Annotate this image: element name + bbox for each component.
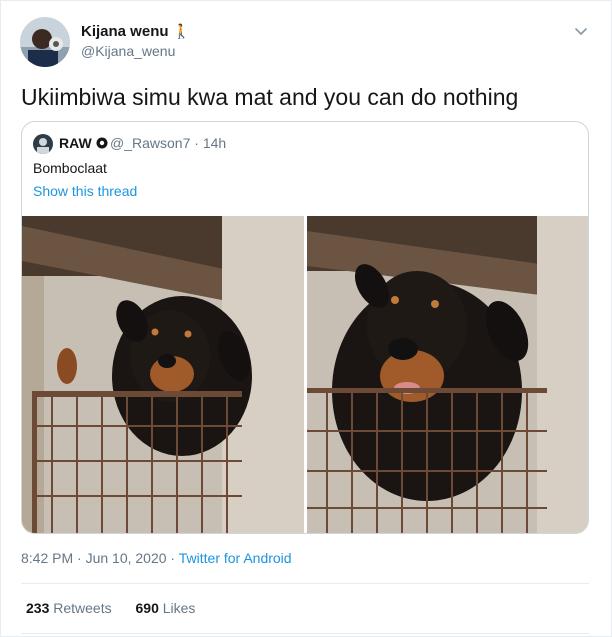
dog-photo-left[interactable]	[22, 216, 304, 533]
quoted-text: Bomboclaat	[33, 160, 107, 176]
author-name[interactable]: Kijana wenu 🚶	[81, 23, 190, 40]
quoted-author-avatar[interactable]	[33, 134, 53, 154]
tweet-source-link[interactable]: Twitter for Android	[179, 550, 292, 566]
quoted-time[interactable]: 14h	[203, 135, 226, 151]
show-thread-link[interactable]: Show this thread	[33, 183, 137, 199]
quoted-author-name[interactable]: RAW	[59, 135, 108, 151]
tweet-stats: 233 Retweets 690 Likes	[26, 600, 215, 616]
quoted-meta: @_Rawson7 · 14h	[110, 135, 227, 151]
likes-stat[interactable]: 690 Likes	[136, 600, 196, 616]
verified-badge-icon	[96, 136, 108, 149]
quoted-author-handle[interactable]: @_Rawson7	[110, 135, 190, 151]
author-handle[interactable]: @Kijana_wenu	[81, 43, 175, 59]
tweet-card: Kijana wenu 🚶 @Kijana_wenu Ukiimbiwa simu…	[0, 0, 612, 637]
tweet-text: Ukiimbiwa simu kwa mat and you can do no…	[21, 84, 519, 110]
chevron-down-icon[interactable]	[573, 23, 589, 39]
quoted-tweet[interactable]: RAW @_Rawson7 · 14h Bomboclaat Show this…	[21, 121, 589, 534]
retweets-stat[interactable]: 233 Retweets	[26, 600, 112, 616]
tweet-timestamp[interactable]: 8:42 PM · Jun 10, 2020	[21, 550, 167, 566]
walking-person-emoji: 🚶	[172, 23, 190, 39]
tweet-footer-meta: 8:42 PM · Jun 10, 2020 · Twitter for And…	[21, 550, 292, 566]
divider	[21, 633, 589, 634]
author-avatar[interactable]	[20, 17, 70, 67]
dog-photo-right[interactable]	[307, 216, 588, 533]
divider	[21, 583, 589, 584]
